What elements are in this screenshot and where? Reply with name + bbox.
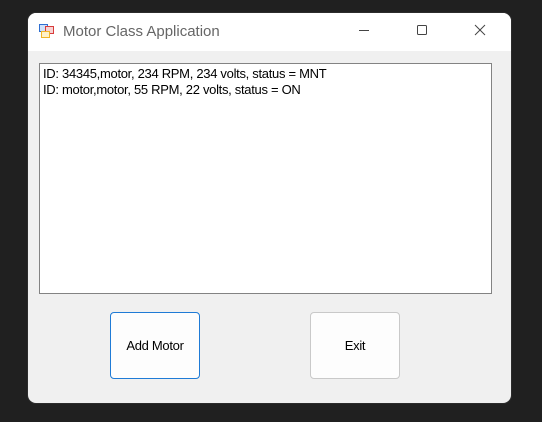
- maximize-icon: [416, 23, 428, 41]
- app-window: Motor Class Application ID: 34345,motor,…: [28, 13, 511, 403]
- list-item[interactable]: ID: 34345,motor, 234 RPM, 234 volts, sta…: [43, 66, 488, 82]
- motor-list-box[interactable]: ID: 34345,motor, 234 RPM, 234 volts, sta…: [39, 63, 492, 294]
- maximize-button[interactable]: [399, 13, 445, 51]
- app-icon: [39, 23, 55, 39]
- close-icon: [474, 23, 486, 41]
- minimize-button[interactable]: [341, 13, 387, 51]
- window-title: Motor Class Application: [63, 23, 220, 40]
- title-bar[interactable]: Motor Class Application: [28, 13, 511, 51]
- list-item[interactable]: ID: motor,motor, 55 RPM, 22 volts, statu…: [43, 82, 488, 98]
- exit-button[interactable]: Exit: [310, 312, 400, 379]
- close-button[interactable]: [457, 13, 503, 51]
- add-motor-button[interactable]: Add Motor: [110, 312, 200, 379]
- minimize-icon: [358, 23, 370, 41]
